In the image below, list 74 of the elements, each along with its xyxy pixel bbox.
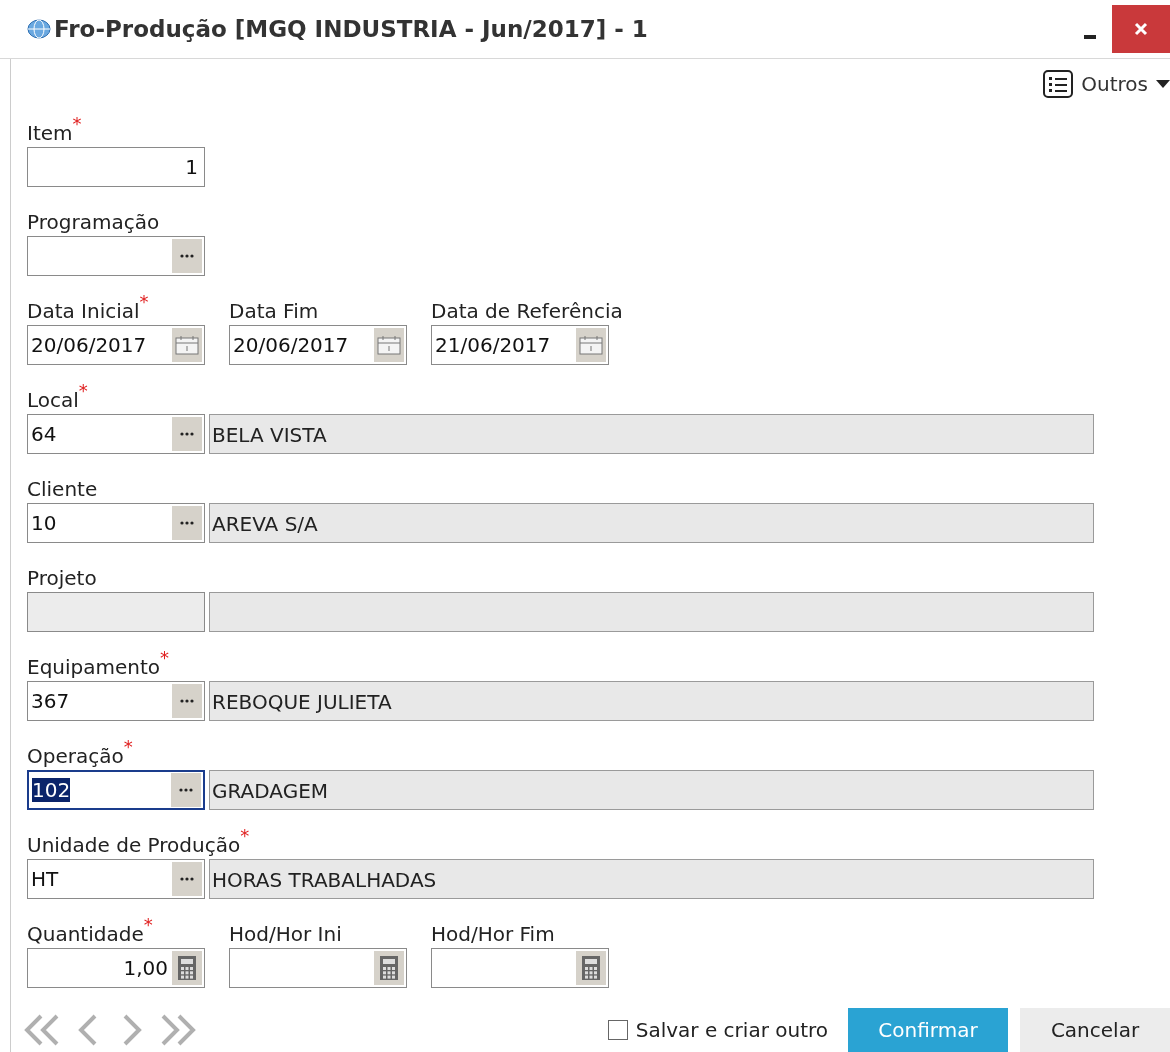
ellipsis-icon bbox=[180, 521, 194, 525]
field-label: Hod/Hor Ini bbox=[229, 922, 342, 946]
description-field: GRADAGEM bbox=[209, 770, 1094, 810]
lookup-button[interactable] bbox=[172, 506, 202, 540]
field-label: Data de Referência bbox=[431, 299, 623, 323]
input-field[interactable]: 1,00 bbox=[27, 948, 205, 988]
date-picker-button[interactable] bbox=[576, 328, 606, 362]
input-field[interactable]: 1 bbox=[27, 147, 205, 187]
lookup-button[interactable] bbox=[172, 417, 202, 451]
description-field: AREVA S/A bbox=[209, 503, 1094, 543]
input-field[interactable] bbox=[229, 948, 407, 988]
ellipsis-icon bbox=[180, 432, 194, 436]
calendar-icon bbox=[175, 335, 199, 355]
calculator-icon bbox=[581, 955, 601, 981]
more-menu-button[interactable]: Outros bbox=[1043, 67, 1170, 101]
required-mark: * bbox=[139, 295, 149, 309]
minimize-icon bbox=[1084, 35, 1096, 39]
field-label: Hod/Hor Fim bbox=[431, 922, 555, 946]
required-mark: * bbox=[240, 829, 250, 843]
description-field: REBOQUE JULIETA bbox=[209, 681, 1094, 721]
lookup-button[interactable] bbox=[172, 862, 202, 896]
input-field[interactable] bbox=[27, 236, 205, 276]
required-mark: * bbox=[143, 918, 153, 932]
calculator-button[interactable] bbox=[374, 951, 404, 985]
input-field[interactable]: 20/06/2017 bbox=[229, 325, 407, 365]
caret-icon bbox=[1156, 80, 1170, 88]
required-mark: * bbox=[123, 740, 133, 754]
lookup-button[interactable] bbox=[172, 684, 202, 718]
field-label: Unidade de Produção bbox=[27, 833, 241, 857]
field-label: Projeto bbox=[27, 566, 97, 590]
field-label: Equipamento bbox=[27, 655, 161, 679]
app-logo-icon bbox=[26, 18, 52, 40]
field-label: Cliente bbox=[27, 477, 98, 501]
field-label: Programação bbox=[27, 210, 160, 234]
field-label: Data Fim bbox=[229, 299, 319, 323]
date-picker-button[interactable] bbox=[374, 328, 404, 362]
input-field[interactable]: 64 bbox=[27, 414, 205, 454]
field-label: Data Inicial bbox=[27, 299, 140, 323]
input-field[interactable]: 20/06/2017 bbox=[27, 325, 205, 365]
ellipsis-icon bbox=[180, 254, 194, 258]
lookup-button[interactable] bbox=[172, 239, 202, 273]
required-mark: * bbox=[72, 117, 82, 131]
calendar-icon bbox=[579, 335, 603, 355]
field-label: Local bbox=[27, 388, 79, 412]
ellipsis-icon bbox=[179, 788, 193, 792]
checkbox[interactable] bbox=[607, 1020, 628, 1040]
calculator-button[interactable] bbox=[172, 951, 202, 985]
input-field[interactable]: 21/06/2017 bbox=[431, 325, 609, 365]
window-title: Fro-Produção [MGQ INDUSTRIA - Jun/2017] - 1 bbox=[54, 16, 649, 42]
list-icon bbox=[1043, 70, 1074, 98]
date-picker-button[interactable] bbox=[172, 328, 202, 362]
input-field[interactable]: HT bbox=[27, 859, 205, 899]
ellipsis-icon bbox=[180, 877, 194, 881]
cancel-button[interactable]: Cancelar bbox=[1020, 1008, 1170, 1052]
input-field[interactable] bbox=[27, 592, 205, 632]
close-icon bbox=[1134, 22, 1148, 36]
input-field[interactable] bbox=[431, 948, 609, 988]
lookup-button[interactable] bbox=[171, 773, 201, 807]
calculator-button[interactable] bbox=[576, 951, 606, 985]
input-field[interactable]: 10 bbox=[27, 503, 205, 543]
calendar-icon bbox=[377, 335, 401, 355]
description-field: HORAS TRABALHADAS bbox=[209, 859, 1094, 899]
description-field: BELA VISTA bbox=[209, 414, 1094, 454]
calculator-icon bbox=[177, 955, 197, 981]
checkbox-label: Salvar e criar outro bbox=[635, 1018, 828, 1042]
input-field[interactable]: 102 bbox=[27, 770, 205, 810]
ellipsis-icon bbox=[180, 699, 194, 703]
input-field[interactable]: 367 bbox=[27, 681, 205, 721]
calculator-icon bbox=[379, 955, 399, 981]
required-mark: * bbox=[78, 384, 88, 398]
field-label: Operação bbox=[27, 744, 124, 768]
required-mark: * bbox=[160, 651, 170, 665]
field-label: Item bbox=[27, 121, 73, 145]
field-label: Quantidade bbox=[27, 922, 144, 946]
